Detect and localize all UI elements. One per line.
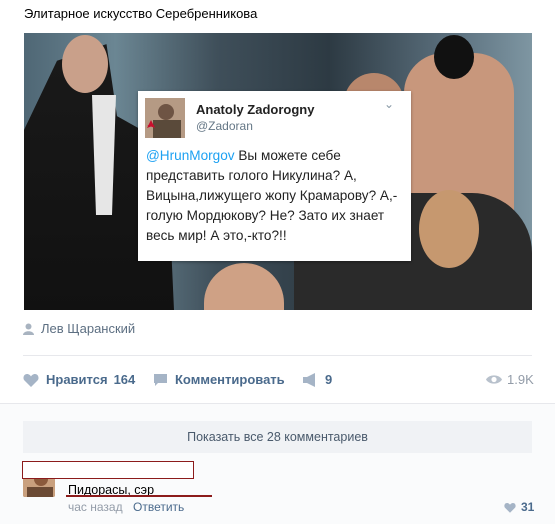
redaction-underline <box>66 495 212 497</box>
like-count: 164 <box>113 372 136 387</box>
show-all-comments-button[interactable]: Показать все 28 комментариев <box>23 421 532 453</box>
comment-label: Комментировать <box>175 372 285 387</box>
photo-figure-right-head <box>434 35 474 79</box>
post-text: Элитарное искусство Серебренникова <box>24 6 258 21</box>
post-author-name: Лев Щаранский <box>41 321 136 336</box>
comment-reply-link[interactable]: Ответить <box>133 500 184 514</box>
comment-time[interactable]: час назад <box>68 500 123 514</box>
post-author[interactable]: Лев Щаранский <box>23 321 135 336</box>
heart-icon <box>23 373 39 387</box>
comment-like-count: 31 <box>521 500 535 514</box>
tweet-mention[interactable]: @HrunMorgov <box>146 148 235 163</box>
tweet-author-handle[interactable]: @Zadoran <box>196 119 253 133</box>
share-button[interactable]: 9 <box>302 372 332 387</box>
tweet-author-name[interactable]: Anatoly Zadorogny <box>196 102 314 117</box>
eye-icon <box>486 375 502 384</box>
comment-like-button[interactable]: 31 <box>504 500 534 514</box>
views-counter: 1.9K <box>486 372 534 387</box>
photo-figure-man-head <box>62 35 108 93</box>
tweet-card: Anatoly Zadorogny @Zadoran ⌄ @HrunMorgov… <box>138 91 411 261</box>
comment-icon <box>154 374 167 386</box>
tweet-avatar <box>145 98 185 138</box>
share-icon <box>303 372 315 387</box>
like-button[interactable]: Нравится 164 <box>23 372 135 387</box>
comments-divider <box>0 403 555 404</box>
user-icon <box>23 323 34 335</box>
redaction-box <box>22 461 194 479</box>
photo-figure-woman-head <box>419 190 479 268</box>
chevron-down-icon[interactable]: ⌄ <box>384 97 394 111</box>
tweet-body: @HrunMorgov Вы можете себе представить г… <box>146 146 404 258</box>
share-count: 9 <box>325 372 333 387</box>
comment-button[interactable]: Комментировать <box>153 372 285 387</box>
tweet-avatar-image <box>145 98 185 138</box>
like-label: Нравится <box>46 372 108 387</box>
post-divider <box>23 355 532 356</box>
heart-icon-small <box>504 502 516 513</box>
photo-figure-bottom <box>204 263 284 310</box>
views-count: 1.9K <box>507 372 534 387</box>
